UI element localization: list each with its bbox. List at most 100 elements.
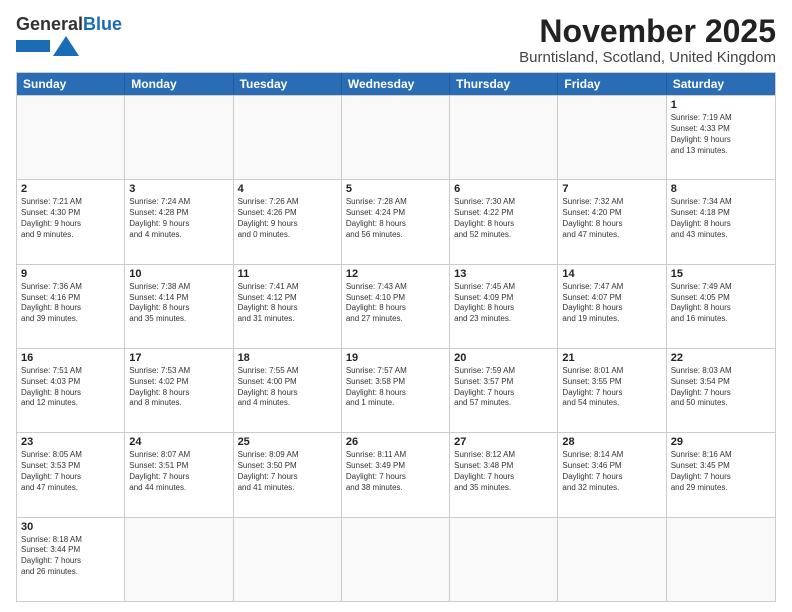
day-info: Sunrise: 8:01 AM Sunset: 3:55 PM Dayligh…	[562, 366, 661, 409]
day-number: 19	[346, 352, 445, 364]
calendar-cell-0-2	[234, 96, 342, 179]
calendar-cell-0-6: 1Sunrise: 7:19 AM Sunset: 4:33 PM Daylig…	[667, 96, 775, 179]
calendar-cell-4-0: 23 Sunrise: 8:05 AM Sunset: 3:53 PM Dayli…	[17, 433, 125, 516]
calendar-cell-0-4	[450, 96, 558, 179]
calendar-cell-5-3	[342, 518, 450, 601]
calendar-cell-1-5: 7Sunrise: 7:32 AM Sunset: 4:20 PM Daylig…	[558, 180, 666, 263]
calendar-cell-1-3: 5Sunrise: 7:28 AM Sunset: 4:24 PM Daylig…	[342, 180, 450, 263]
day-info: Sunrise: 7:21 AM Sunset: 4:30 PM Dayligh…	[21, 197, 120, 240]
day-info: Sunrise: 7:45 AM Sunset: 4:09 PM Dayligh…	[454, 282, 553, 325]
header: GeneralBlue November 2025 Burntisland, S…	[16, 14, 776, 66]
calendar-row-1: 2 Sunrise: 7:21 AM Sunset: 4:30 PM Daylig…	[17, 179, 775, 263]
header-thursday: Thursday	[450, 73, 558, 95]
page: GeneralBlue November 2025 Burntisland, S…	[0, 0, 792, 612]
calendar-cell-4-3: 26 Sunrise: 8:11 AM Sunset: 3:49 PM Dayli…	[342, 433, 450, 516]
day-info: Sunrise: 7:26 AM Sunset: 4:26 PM Dayligh…	[238, 197, 337, 240]
day-info: Sunrise: 7:47 AM Sunset: 4:07 PM Dayligh…	[562, 282, 661, 325]
day-number: 10	[129, 268, 228, 280]
calendar-cell-4-1: 24Sunrise: 8:07 AM Sunset: 3:51 PM Dayli…	[125, 433, 233, 516]
day-number: 25	[238, 436, 337, 448]
day-info: Sunrise: 8:03 AM Sunset: 3:54 PM Dayligh…	[671, 366, 771, 409]
day-number: 4	[238, 183, 337, 195]
day-number: 9	[21, 268, 120, 280]
calendar-title: November 2025	[519, 14, 776, 49]
calendar-cell-2-6: 15Sunrise: 7:49 AM Sunset: 4:05 PM Dayli…	[667, 265, 775, 348]
calendar-cell-1-1: 3 Sunrise: 7:24 AM Sunset: 4:28 PM Daylig…	[125, 180, 233, 263]
calendar-cell-2-1: 10 Sunrise: 7:38 AM Sunset: 4:14 PM Dayli…	[125, 265, 233, 348]
day-info: Sunrise: 8:16 AM Sunset: 3:45 PM Dayligh…	[671, 450, 771, 493]
day-number: 17	[129, 352, 228, 364]
day-number: 26	[346, 436, 445, 448]
calendar-cell-2-0: 9 Sunrise: 7:36 AM Sunset: 4:16 PM Daylig…	[17, 265, 125, 348]
day-number: 5	[346, 183, 445, 195]
day-info: Sunrise: 7:24 AM Sunset: 4:28 PM Dayligh…	[129, 197, 228, 240]
calendar-cell-5-6	[667, 518, 775, 601]
day-info: Sunrise: 7:41 AM Sunset: 4:12 PM Dayligh…	[238, 282, 337, 325]
calendar-cell-1-6: 8Sunrise: 7:34 AM Sunset: 4:18 PM Daylig…	[667, 180, 775, 263]
calendar-row-4: 23 Sunrise: 8:05 AM Sunset: 3:53 PM Dayli…	[17, 432, 775, 516]
day-number: 2	[21, 183, 120, 195]
calendar-cell-1-4: 6 Sunrise: 7:30 AM Sunset: 4:22 PM Daylig…	[450, 180, 558, 263]
day-number: 15	[671, 268, 771, 280]
header-tuesday: Tuesday	[234, 73, 342, 95]
calendar-cell-3-4: 20 Sunrise: 7:59 AM Sunset: 3:57 PM Dayli…	[450, 349, 558, 432]
calendar-body: 1Sunrise: 7:19 AM Sunset: 4:33 PM Daylig…	[17, 95, 775, 601]
calendar-cell-0-5	[558, 96, 666, 179]
calendar-row-2: 9 Sunrise: 7:36 AM Sunset: 4:16 PM Daylig…	[17, 264, 775, 348]
day-number: 28	[562, 436, 661, 448]
calendar-header: Sunday Monday Tuesday Wednesday Thursday…	[17, 73, 775, 95]
calendar-cell-2-4: 13 Sunrise: 7:45 AM Sunset: 4:09 PM Dayli…	[450, 265, 558, 348]
day-info: Sunrise: 7:43 AM Sunset: 4:10 PM Dayligh…	[346, 282, 445, 325]
day-number: 22	[671, 352, 771, 364]
day-number: 27	[454, 436, 553, 448]
day-info: Sunrise: 7:59 AM Sunset: 3:57 PM Dayligh…	[454, 366, 553, 409]
calendar-cell-4-4: 27 Sunrise: 8:12 AM Sunset: 3:48 PM Dayli…	[450, 433, 558, 516]
day-number: 30	[21, 521, 120, 533]
day-info: Sunrise: 8:05 AM Sunset: 3:53 PM Dayligh…	[21, 450, 120, 493]
logo-general-text: GeneralBlue	[16, 14, 122, 35]
day-number: 11	[238, 268, 337, 280]
calendar-cell-5-2	[234, 518, 342, 601]
day-number: 21	[562, 352, 661, 364]
calendar-cell-3-5: 21 Sunrise: 8:01 AM Sunset: 3:55 PM Dayli…	[558, 349, 666, 432]
day-number: 13	[454, 268, 553, 280]
calendar-cell-4-6: 29 Sunrise: 8:16 AM Sunset: 3:45 PM Dayli…	[667, 433, 775, 516]
day-number: 6	[454, 183, 553, 195]
calendar-cell-2-3: 12 Sunrise: 7:43 AM Sunset: 4:10 PM Dayli…	[342, 265, 450, 348]
day-number: 29	[671, 436, 771, 448]
day-info: Sunrise: 7:55 AM Sunset: 4:00 PM Dayligh…	[238, 366, 337, 409]
day-info: Sunrise: 8:14 AM Sunset: 3:46 PM Dayligh…	[562, 450, 661, 493]
calendar-cell-4-2: 25 Sunrise: 8:09 AM Sunset: 3:50 PM Dayli…	[234, 433, 342, 516]
calendar-cell-2-2: 11 Sunrise: 7:41 AM Sunset: 4:12 PM Dayli…	[234, 265, 342, 348]
day-info: Sunrise: 8:07 AM Sunset: 3:51 PM Dayligh…	[129, 450, 228, 493]
calendar-cell-5-4	[450, 518, 558, 601]
day-number: 16	[21, 352, 120, 364]
day-number: 3	[129, 183, 228, 195]
calendar-row-5: 30Sunrise: 8:18 AM Sunset: 3:44 PM Dayli…	[17, 517, 775, 601]
day-info: Sunrise: 7:30 AM Sunset: 4:22 PM Dayligh…	[454, 197, 553, 240]
day-info: Sunrise: 7:51 AM Sunset: 4:03 PM Dayligh…	[21, 366, 120, 409]
header-wednesday: Wednesday	[342, 73, 450, 95]
header-friday: Friday	[558, 73, 666, 95]
day-info: Sunrise: 8:09 AM Sunset: 3:50 PM Dayligh…	[238, 450, 337, 493]
day-info: Sunrise: 7:38 AM Sunset: 4:14 PM Dayligh…	[129, 282, 228, 325]
day-number: 1	[671, 99, 771, 111]
day-number: 12	[346, 268, 445, 280]
day-number: 20	[454, 352, 553, 364]
calendar-row-0: 1Sunrise: 7:19 AM Sunset: 4:33 PM Daylig…	[17, 95, 775, 179]
calendar-cell-3-3: 19Sunrise: 7:57 AM Sunset: 3:58 PM Dayli…	[342, 349, 450, 432]
day-number: 7	[562, 183, 661, 195]
day-number: 23	[21, 436, 120, 448]
logo-blue-bar	[16, 40, 50, 52]
logo-top: GeneralBlue	[16, 14, 96, 35]
calendar-cell-3-2: 18Sunrise: 7:55 AM Sunset: 4:00 PM Dayli…	[234, 349, 342, 432]
title-block: November 2025 Burntisland, Scotland, Uni…	[519, 14, 776, 66]
day-number: 14	[562, 268, 661, 280]
day-info: Sunrise: 8:11 AM Sunset: 3:49 PM Dayligh…	[346, 450, 445, 493]
day-number: 8	[671, 183, 771, 195]
day-info: Sunrise: 8:12 AM Sunset: 3:48 PM Dayligh…	[454, 450, 553, 493]
header-monday: Monday	[125, 73, 233, 95]
day-info: Sunrise: 7:36 AM Sunset: 4:16 PM Dayligh…	[21, 282, 120, 325]
calendar-cell-5-0: 30Sunrise: 8:18 AM Sunset: 3:44 PM Dayli…	[17, 518, 125, 601]
calendar-cell-0-1	[125, 96, 233, 179]
